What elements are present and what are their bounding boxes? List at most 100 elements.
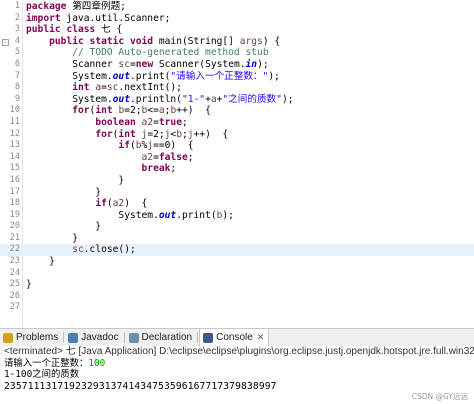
- line-number: 2: [14, 12, 20, 23]
- line-number: 18: [9, 198, 20, 209]
- code-line: 9 System.out.println("1-"+a+"之间的质数");: [0, 94, 474, 106]
- code-line: 1 package 第四章例题;: [0, 1, 474, 13]
- code-token: );: [268, 70, 280, 82]
- code-line: 6 Scanner sc=new Scanner(System.in);: [0, 59, 474, 71]
- code-token: .close();: [83, 244, 136, 256]
- console-view[interactable]: <terminated> 七 [Java Application] D:\ecl…: [0, 346, 474, 404]
- console-output: 2357111317192329313741434753596167717379…: [4, 380, 277, 392]
- fold-toggle-icon[interactable]: -: [2, 38, 9, 46]
- console-icon: [203, 332, 214, 343]
- code-line: 26: [0, 291, 474, 303]
- code-token: int: [118, 128, 136, 140]
- code-token: }: [26, 221, 102, 233]
- line-number: 5: [14, 47, 20, 58]
- code-token: }: [26, 279, 32, 291]
- code-token: break: [141, 163, 171, 175]
- code-line: 20 }: [0, 221, 474, 233]
- code-line: 10 for(int b=2;b<=a;b++) {: [0, 105, 474, 117]
- code-token: "1-": [181, 93, 206, 105]
- code-line: 4- public static void main(String[] args…: [0, 36, 474, 48]
- code-text: public class 七 {: [26, 24, 122, 36]
- console-prompt: 请输入一个正整数：: [4, 357, 89, 369]
- close-icon[interactable]: ✕: [257, 332, 265, 343]
- line-number: 15: [9, 163, 20, 174]
- console-header: 1-100之间的质数: [4, 369, 80, 380]
- code-token: out: [112, 93, 130, 105]
- code-token: ;: [181, 116, 188, 128]
- code-token: java.util.Scanner;: [60, 12, 171, 24]
- code-token: int: [72, 82, 90, 94]
- tab-declaration[interactable]: Declaration: [126, 329, 197, 346]
- line-number: 1: [14, 1, 20, 11]
- code-token: a2: [141, 151, 154, 163]
- code-token: ) {: [124, 198, 148, 210]
- code-lines: 1 package 第四章例题; 2 import java.util.Scanner…: [0, 1, 474, 314]
- code-text: Scanner sc=new Scanner(System.in);: [26, 58, 268, 71]
- code-text: import java.util.Scanner;: [26, 13, 170, 25]
- line-number: 24: [9, 267, 20, 278]
- line-number: 25: [9, 279, 20, 290]
- code-token: if: [118, 140, 130, 152]
- code-line: 3 public class 七 {: [0, 24, 474, 36]
- console-user-input: 100: [88, 357, 106, 369]
- code-text: package 第四章例题;: [26, 1, 126, 13]
- code-token: ;: [170, 163, 177, 175]
- code-token: for: [95, 128, 113, 140]
- console-prompt-line: 请输入一个正整数：100: [0, 358, 474, 370]
- problems-icon: [3, 332, 13, 343]
- code-token: public: [26, 24, 61, 36]
- code-text: // TODO Auto-generated method stub: [26, 47, 269, 59]
- code-text: break;: [26, 163, 177, 175]
- line-number: 7: [14, 70, 20, 81]
- code-token: );: [222, 209, 234, 221]
- line-number: 10: [9, 105, 20, 116]
- line-number: 23: [9, 256, 20, 267]
- tab-console[interactable]: Console ✕: [199, 329, 270, 346]
- line-number: 26: [9, 290, 20, 301]
- code-text: public static void main(String[] args) {: [26, 36, 280, 48]
- code-token: new: [135, 58, 154, 70]
- code-token: for: [72, 105, 90, 117]
- code-token: ++) {: [193, 128, 229, 140]
- tab-problems[interactable]: Problems: [0, 329, 62, 346]
- code-text: for(int b=2;b<=a;b++) {: [26, 105, 211, 117]
- line-number: 14: [9, 151, 20, 162]
- line-number: 13: [9, 140, 20, 151]
- code-text: System.out.println("1-"+a+"之间的质数");: [26, 93, 293, 106]
- line-number: 3: [14, 24, 20, 35]
- code-line: 17 }: [0, 187, 474, 199]
- code-token: false: [158, 151, 188, 163]
- line-number: 20: [9, 221, 20, 232]
- code-token: 第四章例题;: [66, 1, 126, 12]
- code-line: 12 for(int j=2;j<b;j++) {: [0, 129, 474, 141]
- code-text: }: [26, 256, 55, 268]
- tab-javadoc[interactable]: Javadoc: [65, 329, 122, 346]
- code-token: out: [112, 70, 130, 82]
- code-line: 23 }: [0, 256, 474, 268]
- code-text: a2=false;: [26, 152, 194, 164]
- line-number: 8: [14, 82, 20, 93]
- code-editor[interactable]: 1 package 第四章例题; 2 import java.util.Scanner…: [0, 0, 474, 328]
- code-token: "请输入一个正整数：": [170, 70, 269, 82]
- declaration-icon: [128, 332, 139, 343]
- code-token: // TODO Auto-generated method stub: [26, 47, 269, 59]
- code-token: ;: [187, 151, 194, 163]
- tab-separator: [123, 332, 125, 343]
- code-text: }: [26, 233, 78, 245]
- code-token: Scanner(System.: [153, 58, 246, 70]
- code-token: args: [239, 35, 263, 47]
- code-token: boolean: [95, 116, 136, 128]
- console-tab-bar: Problems Javadoc Declaration Console ✕: [0, 328, 474, 347]
- code-token: static: [89, 35, 125, 47]
- line-number: 27: [9, 302, 20, 313]
- code-text: for(int j=2;j<b;j++) {: [26, 129, 228, 141]
- code-token: "之间的质数": [222, 93, 282, 105]
- code-token: System.: [26, 209, 159, 221]
- code-token: out: [158, 209, 177, 221]
